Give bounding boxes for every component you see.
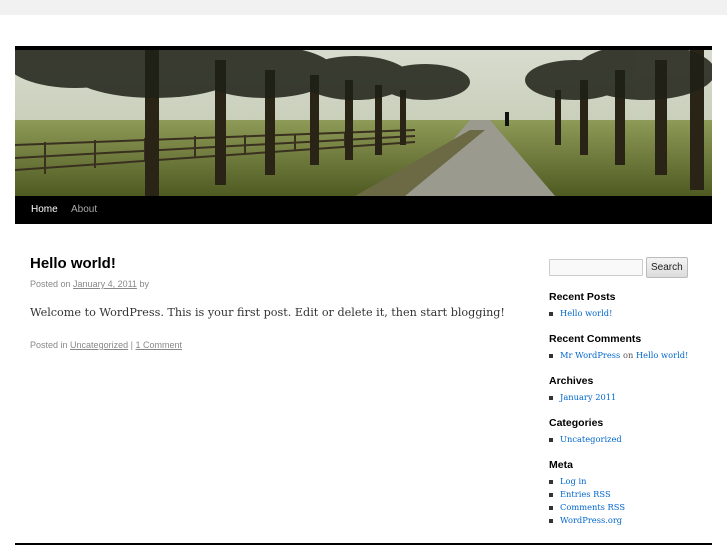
comment-author-link[interactable]: Mr WordPress (560, 350, 620, 360)
post-utility-separator: | (130, 340, 133, 350)
post-body: Welcome to WordPress. This is your first… (30, 306, 505, 319)
post-category-link[interactable]: Uncategorized (70, 340, 128, 350)
widget-recent-posts: Recent Posts Hello world! (549, 291, 714, 320)
meta-login-link[interactable]: Log in (560, 476, 586, 486)
widget-meta: Meta Log in Entries RSS Comments RSS Wor… (549, 459, 714, 527)
post-title[interactable]: Hello world! (30, 255, 500, 273)
widget-title-recent-comments: Recent Comments (549, 333, 642, 345)
widget-title-recent-posts: Recent Posts (549, 291, 616, 303)
meta-entries-rss-link[interactable]: Entries RSS (560, 489, 611, 499)
widget-title-archives: Archives (549, 375, 594, 387)
comment-on-text: on (622, 350, 634, 360)
widget-recent-comments: Recent Comments Mr WordPress on Hello wo… (549, 333, 714, 362)
comment-post-link[interactable]: Hello world! (636, 350, 688, 360)
nav-item-about[interactable]: About (71, 196, 97, 224)
list-item: WordPress.org (549, 514, 714, 527)
post-utility-prefix: Posted in (30, 340, 68, 350)
post-meta: Posted on January 4, 2011 by (30, 278, 500, 290)
nav-item-home[interactable]: Home (31, 196, 58, 224)
post: Hello world! Posted on January 4, 2011 b… (30, 255, 505, 351)
post-utility: Posted in Uncategorized | 1 Comment (30, 339, 500, 351)
list-item: January 2011 (549, 391, 714, 404)
list-item: Log in (549, 475, 714, 488)
search-input[interactable] (549, 258, 643, 276)
post-meta-by: by (139, 279, 149, 289)
list-item: Mr WordPress on Hello world! (549, 349, 714, 362)
header-photo (15, 50, 712, 196)
search-form: Search (549, 256, 714, 278)
search-button[interactable]: Search (646, 256, 688, 278)
post-meta-prefix: Posted on (30, 279, 71, 289)
meta-comments-rss-link[interactable]: Comments RSS (560, 502, 625, 512)
list-item: Uncategorized (549, 433, 714, 446)
sidebar: Search Recent Posts Hello world! Recent … (549, 256, 714, 527)
widget-title-categories: Categories (549, 417, 604, 429)
post-comments-link[interactable]: 1 Comment (135, 340, 182, 350)
widget-title-meta: Meta (549, 459, 573, 471)
list-item: Hello world! (549, 307, 714, 320)
list-item: Entries RSS (549, 488, 714, 501)
post-date-link[interactable]: January 4, 2011 (73, 279, 137, 289)
list-item: Comments RSS (549, 501, 714, 514)
archive-link[interactable]: January 2011 (560, 392, 616, 402)
widget-categories: Categories Uncategorized (549, 417, 714, 446)
meta-wordpress-org-link[interactable]: WordPress.org (560, 515, 622, 525)
header-image (15, 46, 712, 196)
category-link[interactable]: Uncategorized (560, 434, 622, 444)
recent-post-link[interactable]: Hello world! (560, 308, 612, 318)
widget-archives: Archives January 2011 (549, 375, 714, 404)
main-nav: Home About (15, 196, 712, 224)
